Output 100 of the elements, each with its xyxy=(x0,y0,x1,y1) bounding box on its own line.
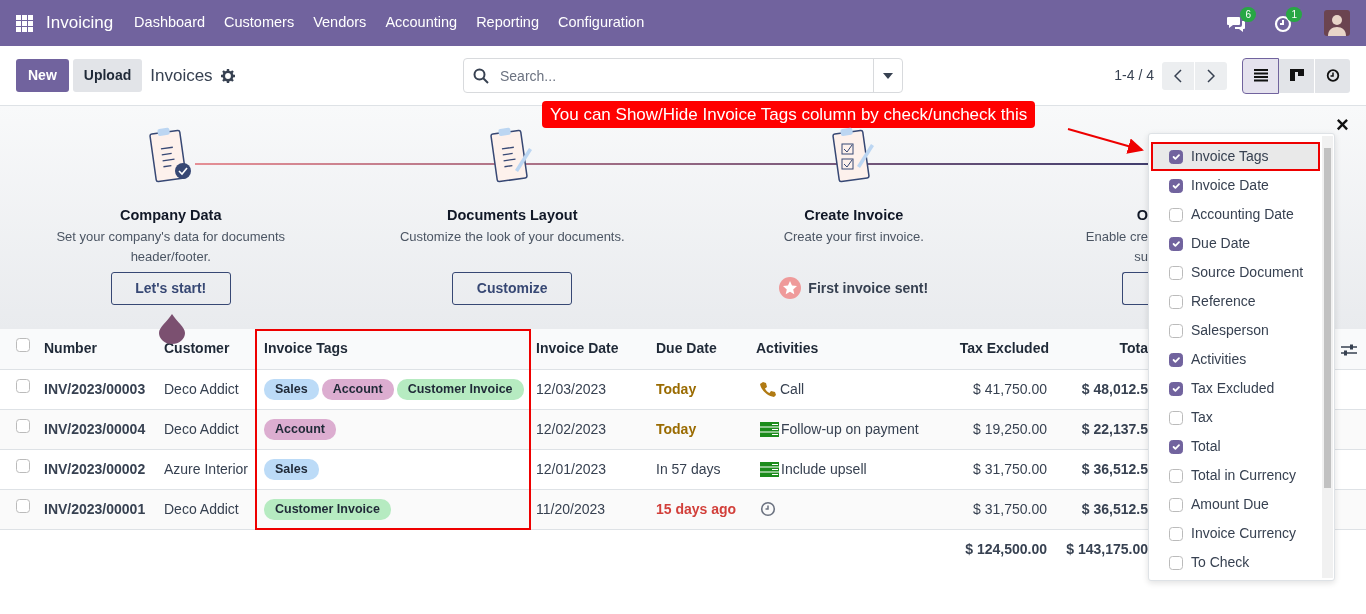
search-icon xyxy=(473,68,489,84)
menu-item[interactable]: Vendors xyxy=(313,12,367,34)
due-date: 15 days ago xyxy=(656,500,737,517)
view-switch-button[interactable] xyxy=(1243,58,1278,93)
table-cell: Deco Addict xyxy=(164,420,239,437)
column-checkbox[interactable] xyxy=(1169,352,1183,367)
option-label: Invoice Tags xyxy=(1191,147,1269,166)
column-checkbox[interactable] xyxy=(1169,526,1183,541)
row-checkbox[interactable] xyxy=(16,378,30,393)
step-button[interactable]: Customize xyxy=(452,271,573,305)
invoice-number: INV/2023/00003 xyxy=(44,380,146,397)
menu-item[interactable]: Configuration xyxy=(558,12,645,34)
step-description: Customize the look of your documents. xyxy=(399,227,625,246)
column-checkbox[interactable] xyxy=(1169,468,1183,483)
due-date: Today xyxy=(656,420,697,437)
menu-item[interactable]: Customers xyxy=(224,12,295,34)
avatar-icon[interactable] xyxy=(1324,10,1350,36)
close-icon[interactable]: × xyxy=(1336,112,1349,138)
column-option[interactable]: Tax Excluded xyxy=(1149,374,1320,403)
column-checkbox[interactable] xyxy=(1169,323,1183,338)
total-amount: $ 124,500.00 xyxy=(965,540,1047,557)
column-option[interactable]: Accounting Date xyxy=(1149,200,1320,229)
column-option[interactable]: Invoice Tags xyxy=(1151,142,1320,171)
activity-view-icon xyxy=(1325,69,1340,82)
select-all-checkbox[interactable] xyxy=(16,338,30,353)
step-done-text: First invoice sent! xyxy=(808,278,929,298)
clock-icon[interactable] xyxy=(760,501,776,517)
column-checkbox[interactable] xyxy=(1169,555,1183,570)
chevron-left-icon xyxy=(1174,68,1182,83)
option-label: Total in Currency xyxy=(1191,466,1297,485)
step-button[interactable]: Let's start! xyxy=(110,271,231,305)
option-label: Due Date xyxy=(1191,234,1251,253)
column-checkbox[interactable] xyxy=(1169,265,1183,280)
amount: $ 19,250.00 xyxy=(973,420,1047,437)
list-icon[interactable] xyxy=(760,461,779,477)
column-header[interactable]: Tota xyxy=(1119,340,1148,357)
table-cell: Deco Addict xyxy=(164,500,239,517)
app-title[interactable]: Invoicing xyxy=(46,10,114,36)
column-checkbox[interactable] xyxy=(1169,149,1183,164)
tag: Account xyxy=(321,379,394,400)
activity-summary[interactable]: Include upsell xyxy=(781,458,867,480)
column-checkbox[interactable] xyxy=(1169,207,1183,222)
option-label: Reference xyxy=(1191,292,1256,311)
activity-summary[interactable]: Call xyxy=(780,378,805,400)
row-checkbox[interactable] xyxy=(16,418,30,433)
phone-icon[interactable] xyxy=(760,381,776,397)
column-checkbox[interactable] xyxy=(1169,497,1183,512)
option-label: Invoice Date xyxy=(1191,176,1269,195)
option-label: Source Document xyxy=(1191,263,1304,282)
column-checkbox[interactable] xyxy=(1169,381,1183,396)
scrollbar[interactable] xyxy=(1322,136,1333,578)
column-option[interactable]: Salesperson xyxy=(1149,316,1320,345)
view-switch-button[interactable] xyxy=(1279,58,1314,93)
row-checkbox[interactable] xyxy=(16,498,30,513)
menu-item[interactable]: Dashboard xyxy=(134,12,206,34)
amount: $ 36,512.5 xyxy=(1081,460,1148,477)
kanban-view-icon xyxy=(1289,69,1304,82)
new-button[interactable]: New xyxy=(16,59,69,92)
column-header[interactable]: Number xyxy=(44,340,97,357)
message-count-badge: 6 xyxy=(1240,6,1256,22)
previous-page-button[interactable] xyxy=(1162,61,1194,90)
tag: Account xyxy=(264,419,336,440)
column-option[interactable]: Source Document xyxy=(1149,258,1320,287)
next-page-button[interactable] xyxy=(1195,61,1227,90)
column-option[interactable]: Total xyxy=(1149,432,1320,461)
menu-item[interactable]: Accounting xyxy=(385,12,458,34)
column-header[interactable]: Activities xyxy=(756,340,819,357)
upload-button[interactable]: Upload xyxy=(72,59,143,92)
column-checkbox[interactable] xyxy=(1169,439,1183,454)
chevron-right-icon xyxy=(1207,68,1215,83)
column-checkbox[interactable] xyxy=(1169,410,1183,425)
due-date: In 57 days xyxy=(656,460,721,477)
search-field[interactable]: Search... xyxy=(463,58,903,93)
list-icon[interactable] xyxy=(760,421,779,437)
menu-item[interactable]: Reporting xyxy=(476,12,539,34)
view-switch-button[interactable] xyxy=(1315,58,1350,93)
step-title: Documents Layout xyxy=(447,206,578,225)
column-option[interactable]: Invoice Date xyxy=(1149,171,1320,200)
apps-menu-icon[interactable] xyxy=(16,14,33,32)
row-checkbox[interactable] xyxy=(16,458,30,473)
option-label: Activities xyxy=(1191,350,1247,369)
column-checkbox[interactable] xyxy=(1169,294,1183,309)
amount: $ 22,137.5 xyxy=(1081,420,1148,437)
column-option[interactable]: Total in Currency xyxy=(1149,461,1320,490)
column-header[interactable]: Invoice Tags xyxy=(264,340,348,357)
column-option[interactable]: Due Date xyxy=(1149,229,1320,258)
column-option[interactable]: Reference xyxy=(1149,287,1320,316)
activity-summary[interactable]: Follow-up on payment xyxy=(781,418,919,440)
column-option[interactable]: Amount Due xyxy=(1149,490,1320,519)
column-option[interactable]: Tax xyxy=(1149,403,1320,432)
column-option[interactable]: To Check xyxy=(1149,548,1320,577)
chat-icon[interactable] xyxy=(1226,14,1246,33)
sliders-icon[interactable] xyxy=(1341,342,1357,357)
table-cell: Azure Interior xyxy=(164,460,249,477)
column-checkbox[interactable] xyxy=(1169,178,1183,193)
column-option[interactable]: Invoice Currency xyxy=(1149,519,1320,548)
column-option[interactable]: Activities xyxy=(1149,345,1320,374)
option-label: To Check xyxy=(1191,553,1250,572)
column-checkbox[interactable] xyxy=(1169,236,1183,251)
gear-icon[interactable] xyxy=(220,68,235,83)
